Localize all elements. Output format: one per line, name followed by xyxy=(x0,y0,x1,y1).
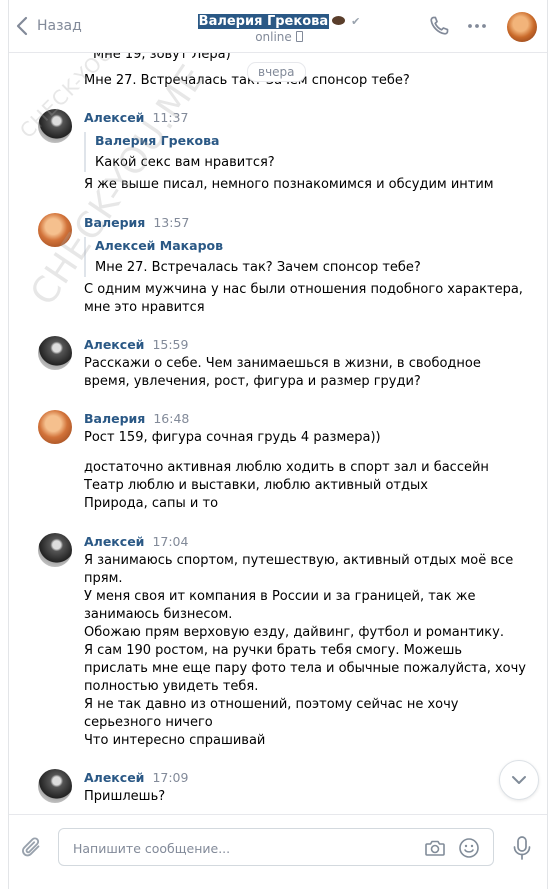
more-icon[interactable] xyxy=(465,14,489,38)
phone-icon[interactable] xyxy=(427,14,451,38)
hedgehog-emoji-icon xyxy=(332,16,346,25)
chat-header: Назад Валерия Грекова ✔ online xyxy=(9,0,547,53)
message-text: прям. xyxy=(84,571,123,586)
microphone-icon[interactable] xyxy=(511,835,533,861)
message-text: занимаюсь бизнесом. xyxy=(84,607,233,622)
message-text: Театр люблю и выставки, люблю активный о… xyxy=(84,478,428,493)
message-input[interactable] xyxy=(71,838,405,858)
verified-check-icon: ✔ xyxy=(351,15,361,28)
message-header: Алексей 17:09 xyxy=(84,770,188,785)
quote-author[interactable]: Валерия Грекова xyxy=(95,132,275,150)
message-text: У меня своя ит компания в России и за гр… xyxy=(84,589,476,604)
message-text: мне это нравится xyxy=(84,300,205,315)
message-text: время, увлечения, рост, фигура и размер … xyxy=(84,374,421,389)
chat-window: Назад Валерия Грекова ✔ online Мне 19, зо… xyxy=(8,0,548,889)
avatar[interactable] xyxy=(38,769,72,803)
author-name[interactable]: Алексей xyxy=(84,337,144,352)
message-text: Что интересно спрашивай xyxy=(84,733,266,748)
avatar[interactable] xyxy=(38,213,72,247)
author-name[interactable]: Валерия xyxy=(84,411,145,426)
message-time[interactable]: 17:09 xyxy=(152,770,188,785)
mobile-icon xyxy=(295,31,303,42)
avatar[interactable] xyxy=(38,109,72,143)
message-input-box[interactable] xyxy=(58,828,494,866)
message-header: Алексей 17:04 xyxy=(84,534,188,549)
message-list[interactable]: Мне 19, зовут Лера) Мне 27. Встречалась … xyxy=(9,52,547,814)
message-text: Я же выше писал, немного познакомимся и … xyxy=(84,177,494,192)
message-text: Я занимаюсь спортом, путешествую, активн… xyxy=(84,553,514,568)
message-text: Мне 19, зовут Лера) xyxy=(93,52,231,62)
author-name[interactable]: Алексей xyxy=(84,110,144,125)
message-text: Я не так давно из отношений, поэтому сей… xyxy=(84,697,459,712)
contact-avatar[interactable] xyxy=(507,12,537,42)
author-name[interactable]: Алексей xyxy=(84,534,144,549)
message-text: серьезного ничего xyxy=(84,715,213,730)
message-header: Алексей 11:37 xyxy=(84,110,188,125)
message-text: Пришлешь? xyxy=(84,789,166,804)
status-text: online xyxy=(255,30,292,44)
message-text: прислать мне еще пару фото тела и обычны… xyxy=(84,661,526,676)
quote-text: Мне 27. Встречалась так? Зачем спонсор т… xyxy=(95,260,421,275)
message-header: Валерия 16:48 xyxy=(84,411,189,426)
message-text: Я сам 190 ростом, на ручки брать тебя см… xyxy=(84,643,463,658)
chevron-down-icon xyxy=(512,776,526,784)
avatar[interactable] xyxy=(38,533,72,567)
day-separator: вчера xyxy=(247,62,306,82)
camera-icon[interactable] xyxy=(423,836,447,860)
message-composer xyxy=(9,814,547,889)
quote-text: Какой секс вам нравится? xyxy=(95,155,275,170)
message-header: Алексей 15:59 xyxy=(84,337,188,352)
scroll-down-button[interactable] xyxy=(499,760,539,800)
message-text: полностью увидеть тебя. xyxy=(84,679,259,694)
message-text: достаточно активная люблю ходить в спорт… xyxy=(84,460,489,475)
message-text: Обожаю прям верховую езду, дайвинг, футб… xyxy=(84,625,504,640)
message-time[interactable]: 16:48 xyxy=(153,411,189,426)
message-text: С одним мужчина у нас были отношения под… xyxy=(84,282,523,297)
quoted-message[interactable]: Валерия Грекова Какой секс вам нравится? xyxy=(84,132,275,172)
quote-author[interactable]: Алексей Макаров xyxy=(95,237,421,255)
message-time[interactable]: 15:59 xyxy=(152,337,188,352)
author-name[interactable]: Алексей xyxy=(84,770,144,785)
message-time[interactable]: 17:04 xyxy=(152,534,188,549)
message-text: Рост 159, фигура сочная грудь 4 размера)… xyxy=(84,430,381,445)
author-name[interactable]: Валерия xyxy=(84,215,145,230)
message-text: Расскажи о себе. Чем занимаешься в жизни… xyxy=(84,356,481,371)
avatar[interactable] xyxy=(38,336,72,370)
smile-icon[interactable] xyxy=(457,836,481,860)
message-text: Природа, сапы и то xyxy=(84,496,219,511)
contact-name[interactable]: Валерия Грекова xyxy=(197,14,330,29)
paperclip-icon[interactable] xyxy=(19,835,45,861)
message-time[interactable]: 11:37 xyxy=(152,110,188,125)
quoted-message[interactable]: Алексей Макаров Мне 27. Встречалась так?… xyxy=(84,237,421,277)
message-header: Валерия 13:57 xyxy=(84,215,189,230)
message-time[interactable]: 13:57 xyxy=(153,215,189,230)
avatar[interactable] xyxy=(38,410,72,444)
